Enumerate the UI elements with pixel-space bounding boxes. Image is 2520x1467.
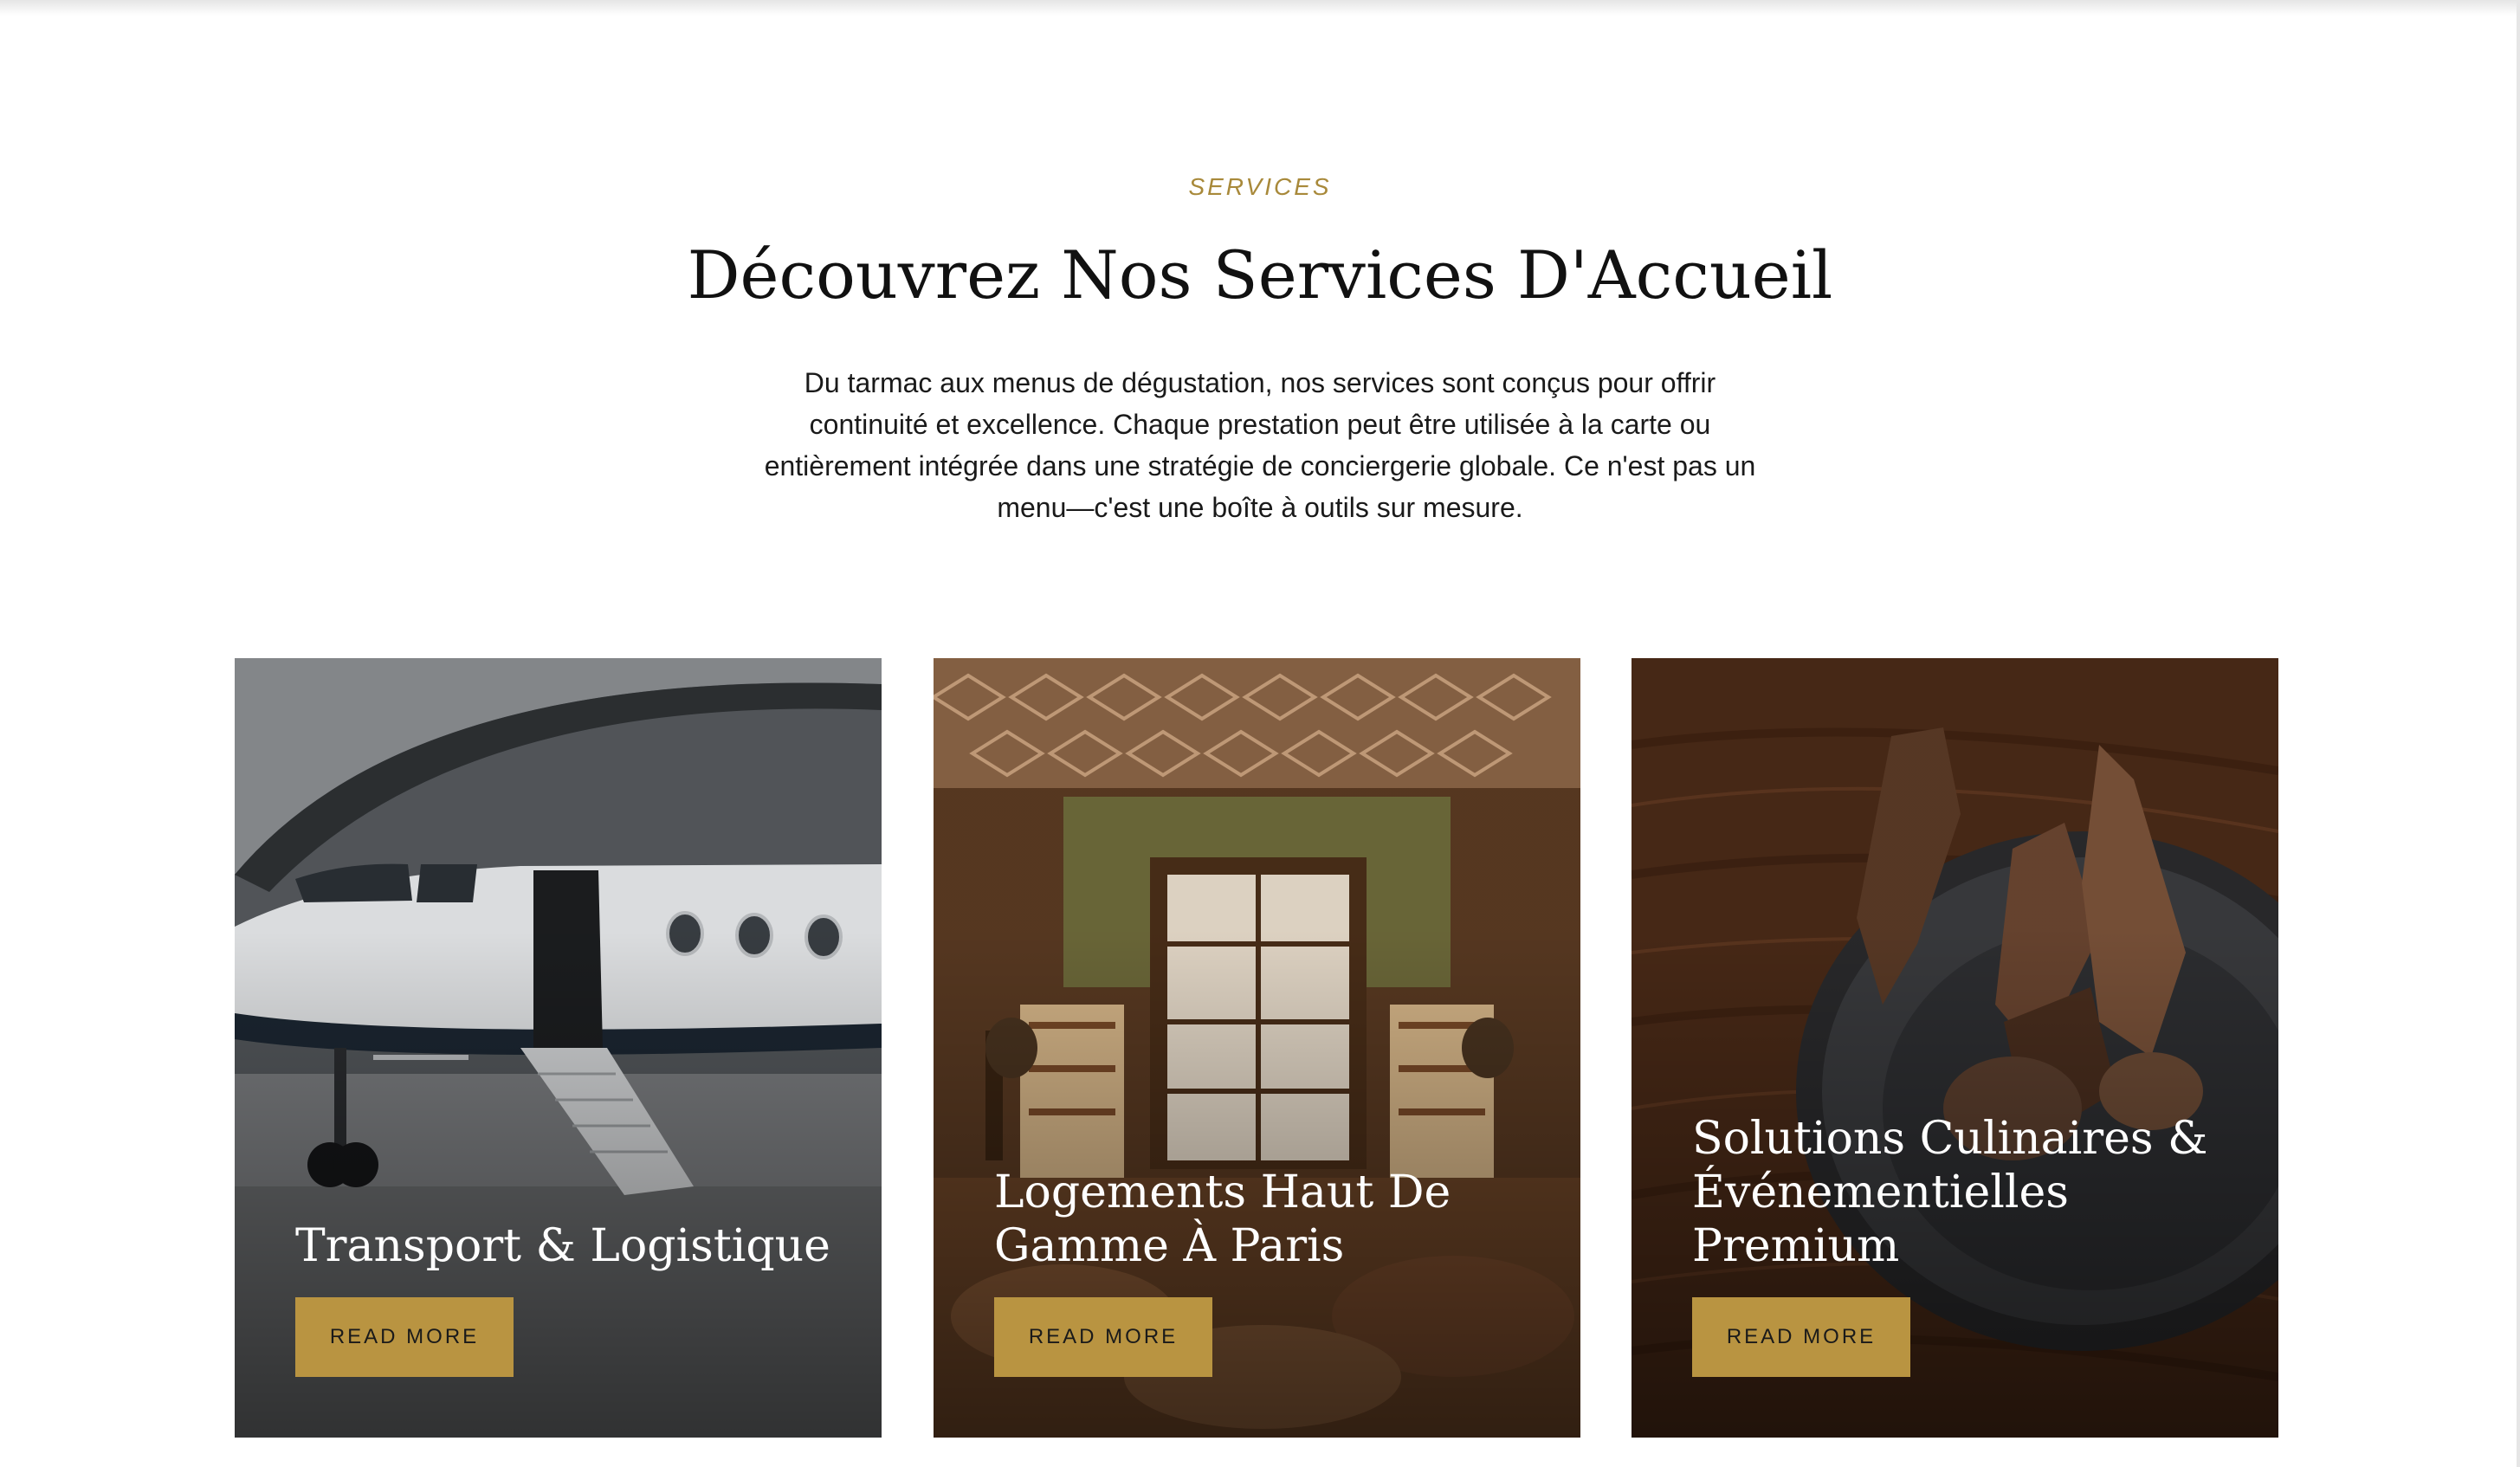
header-shadow [0, 0, 2520, 16]
section-eyebrow: SERVICES [1188, 173, 1332, 200]
page: SERVICES Découvrez Nos Services D'Accuei… [0, 0, 2520, 1467]
scrollbar-track[interactable] [2517, 0, 2520, 1467]
card-title: Solutions Culinaires & Événementielles P… [1692, 1113, 2208, 1272]
read-more-button[interactable]: READ MORE [295, 1297, 514, 1377]
read-more-button[interactable]: READ MORE [1692, 1297, 1910, 1377]
section-intro: Du tarmac aux menus de dégustation, nos … [764, 367, 1756, 523]
service-card-accommodation[interactable]: Logements Haut De Gamme À Paris READ MOR… [934, 658, 1580, 1438]
section-title: Découvrez Nos Services D'Accueil [687, 236, 1833, 313]
card-title: Transport & Logistique [295, 1220, 830, 1272]
service-card-culinary[interactable]: Solutions Culinaires & Événementielles P… [1632, 658, 2278, 1438]
card-title: Logements Haut De Gamme À Paris [994, 1166, 1451, 1272]
service-card-transport[interactable]: Transport & Logistique READ MORE [235, 658, 882, 1438]
read-more-button[interactable]: READ MORE [994, 1297, 1212, 1377]
